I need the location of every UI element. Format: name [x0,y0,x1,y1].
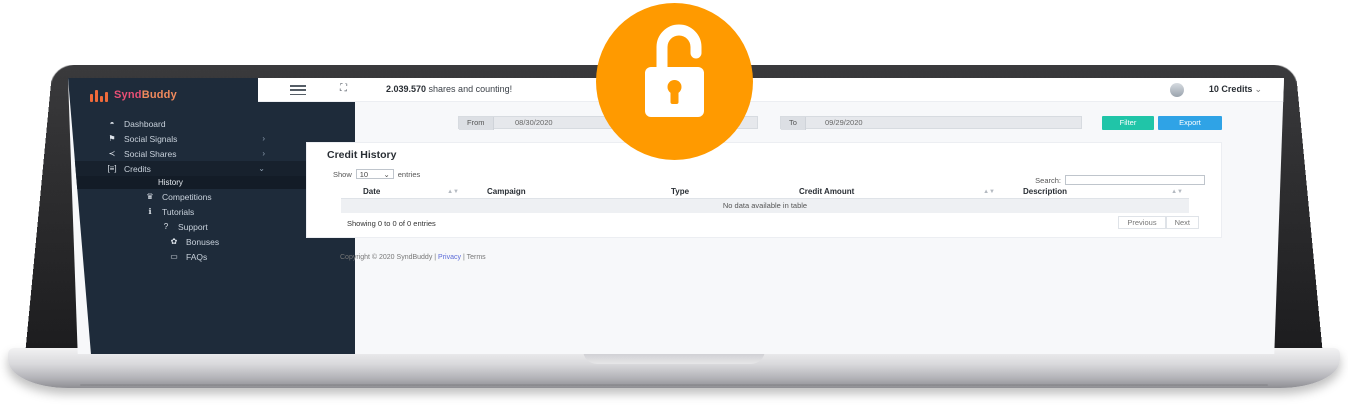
credit-history-card: Credit History Show 10 ⌄ entries Search: … [306,142,1222,238]
to-label: To [781,117,806,130]
sidebar-item-label: Competitions [162,191,212,202]
sidebar-item-label: Credits [124,163,151,174]
question-icon: ? [163,222,169,231]
table-header-row: Date ▲▼ Campaign Type Credit Amount ▲▼ Des… [341,185,1189,199]
unlocked-padlock-icon [645,24,704,117]
entries-select[interactable]: 10 ⌄ [355,169,394,179]
laptop-foot-line [80,384,1268,386]
credits-icon: [≡] [107,164,117,173]
sort-icon: ▲▼ [447,189,459,195]
search-label: Search: [1035,175,1061,185]
gift-icon: ✿ [170,237,178,246]
sidebar-item-label: Social Shares [124,148,177,159]
credits-menu[interactable]: 10 Credits ⌄ [1209,84,1262,95]
chevron-down-icon: ⌄ [383,169,390,179]
dashboard-icon: ◓ [109,119,115,128]
from-label: From [459,117,494,130]
sort-icon: ▲▼ [1171,189,1183,195]
sidebar-item-label: FAQs [186,251,208,262]
privacy-link[interactable]: Privacy [438,254,461,261]
search-input[interactable] [1065,175,1205,185]
pagination: Previous Next [1118,216,1199,229]
to-date-field[interactable]: To 09/29/2020 [780,116,1082,130]
to-value: 09/29/2020 [825,118,863,127]
credit-history-table: Date ▲▼ Campaign Type Credit Amount ▲▼ Des… [341,185,1189,213]
column-header-type[interactable]: Type [649,185,777,198]
topbar: ⛶ 2.039.570 shares and counting! 10 Cred… [258,78,1284,102]
card-title: Credit History [327,149,397,161]
column-header-campaign[interactable]: Campaign [465,185,649,198]
table-search: Search: [1035,175,1205,185]
share-icon: ≺ [108,149,116,158]
previous-button[interactable]: Previous [1118,216,1166,229]
hamburger-icon[interactable] [290,85,306,95]
info-icon: ℹ [148,207,152,216]
chevron-down-icon: ⌄ [1254,84,1262,94]
signal-icon: ⚑ [108,134,116,143]
terms-link[interactable]: Terms [467,254,486,261]
shares-counter: 2.039.570 shares and counting! [386,84,513,94]
sidebar-item-label: Support [178,221,208,232]
column-header-credit-amount[interactable]: Credit Amount ▲▼ [777,185,1001,198]
sidebar-item-label: Dashboard [124,118,166,129]
sidebar-item-label: Social Signals [124,133,178,144]
brand-icon [90,88,108,102]
show-label: Show [333,169,352,179]
sidebar-item-label: Bonuses [186,236,220,247]
trophy-icon: ♛ [146,192,154,201]
chevron-down-icon: ⌄ [258,164,265,173]
fullscreen-icon[interactable]: ⛶ [340,83,347,94]
table-empty-row: No data available in table [341,199,1189,213]
chevron-right-icon: › [262,149,265,158]
table-info: Showing 0 to 0 of 0 entries [347,219,436,228]
brand-name: SyndBuddy [114,89,177,101]
sidebar-item-label: Tutorials [162,206,195,217]
export-button[interactable]: Export [1158,116,1222,130]
column-header-description[interactable]: Description ▲▼ [1001,185,1189,198]
avatar[interactable] [1170,83,1184,97]
entries-label: entries [397,169,421,179]
brand-logo[interactable]: SyndBuddy [90,84,177,106]
chat-icon: ▭ [170,252,178,261]
show-entries-control: Show 10 ⌄ entries [333,169,420,179]
column-header-date[interactable]: Date ▲▼ [341,185,465,198]
sidebar-item-label: History [158,178,183,187]
sidebar-item-faqs[interactable]: ▭ FAQs [68,249,355,264]
sort-icon: ▲▼ [983,189,995,195]
date-filter-row: From 08/30/2020 To 09/29/2020 Filter Exp… [296,116,1284,130]
lock-badge [596,3,753,160]
filter-button[interactable]: Filter [1102,116,1154,130]
next-button[interactable]: Next [1165,216,1199,229]
chevron-right-icon: › [262,134,265,143]
page-footer: Copyright © 2020 SyndBuddy | Privacy | T… [340,254,486,261]
from-value: 08/30/2020 [515,118,553,127]
